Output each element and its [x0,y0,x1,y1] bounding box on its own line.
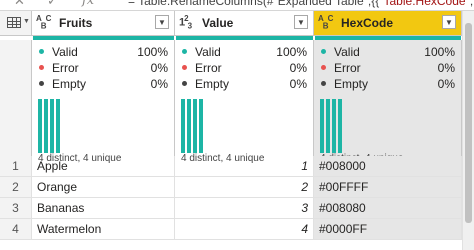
column-header-value[interactable]: 123 Value ▼ [175,11,314,35]
empty-dot-icon [321,81,326,86]
empty-dot-icon [39,81,44,86]
stat-value: 100% [276,45,307,59]
empty-stat: Empty 0% [320,76,455,92]
stat-label: Error [195,61,222,75]
row-number[interactable]: 2 [0,177,32,197]
stat-label: Empty [334,77,369,91]
table-row[interactable]: 4 Watermelon 4 #0000FF [0,219,462,240]
error-dot-icon [39,65,44,70]
stat-value: 0% [437,77,455,91]
cell-value[interactable]: 4 [175,219,314,239]
text-type-icon[interactable]: ABC [318,14,333,31]
valid-stat: Valid 100% [320,44,455,60]
distribution-bar [56,99,60,153]
formula-bar: ✕ ✓ fx = Table.RenameColumns(#"Expanded … [0,0,474,11]
stat-value: 0% [150,61,168,75]
cell-value[interactable]: 1 [175,156,314,176]
cell-hexcode[interactable]: #0000FF [314,219,462,239]
filter-dropdown-icon[interactable]: ▼ [294,15,308,29]
valid-stat: Valid 100% [181,44,307,60]
row-number-profile-spacer [0,40,32,165]
empty-stat: Empty 0% [38,76,168,92]
row-number[interactable]: 4 [0,219,32,239]
stat-label: Valid [334,45,360,59]
text-type-icon[interactable]: ABC [36,14,51,31]
stat-label: Valid [195,45,221,59]
fx-icon[interactable]: fx [82,0,94,8]
number-type-icon[interactable]: 123 [179,14,192,31]
scrollbar-thumb[interactable] [465,23,472,223]
stat-label: Empty [52,77,87,91]
error-dot-icon [182,65,187,70]
error-stat: Error 0% [38,60,168,76]
stat-value: 0% [289,61,307,75]
column-title: HexCode [341,16,394,30]
stat-value: 100% [137,45,168,59]
error-stat: Error 0% [181,60,307,76]
distribution-bar [38,99,42,153]
valid-stat: Valid 100% [38,44,168,60]
distribution-bar [338,99,342,153]
cell-fruits[interactable]: Watermelon [32,219,175,239]
distribution-bar [187,99,191,153]
formula-input[interactable]: = Table.RenameColumns(#"Expanded Table",… [128,0,473,8]
distribution-bar [193,99,197,153]
table-row[interactable]: 3 Bananas 3 #008080 [0,198,462,219]
row-number[interactable]: 3 [0,198,32,218]
column-title: Fruits [59,16,93,30]
column-header-row: ▼ ABC Fruits ▼ 123 Value ▼ ABC HexCode ▼ [0,11,462,36]
column-profile-fruits: Valid 100% Error 0% Empty 0% 4 distinct,… [32,40,175,165]
distribution-chart[interactable] [38,99,62,153]
column-header-fruits[interactable]: ABC Fruits ▼ [32,11,175,35]
column-profile-hexcode: Valid 100% Error 0% Empty 0% 4 distinct,… [314,40,462,165]
cancel-formula-icon[interactable]: ✕ [14,0,25,8]
error-dot-icon [321,65,326,70]
stat-label: Error [52,61,79,75]
distribution-chart[interactable] [320,99,344,153]
stat-label: Empty [195,77,230,91]
valid-dot-icon [182,49,187,54]
table-row[interactable]: 2 Orange 2 #00FFFF [0,177,462,198]
stat-label: Valid [52,45,78,59]
table-icon [7,17,21,28]
stat-value: 0% [437,61,455,75]
empty-dot-icon [182,81,187,86]
error-stat: Error 0% [320,60,455,76]
cell-value[interactable]: 2 [175,177,314,197]
distribution-bar [44,99,48,153]
cell-hexcode[interactable]: #00FFFF [314,177,462,197]
distribution-bar [181,99,185,153]
row-number[interactable]: 1 [0,156,32,176]
stat-value: 0% [150,77,168,91]
valid-dot-icon [39,49,44,54]
distribution-bar [326,99,330,153]
cell-hexcode[interactable]: #008080 [314,198,462,218]
column-header-hexcode[interactable]: ABC HexCode ▼ [314,11,462,35]
cell-fruits[interactable]: Apple [32,156,175,176]
valid-dot-icon [321,49,326,54]
cell-fruits[interactable]: Bananas [32,198,175,218]
confirm-formula-icon[interactable]: ✓ [47,0,58,8]
filter-dropdown-icon[interactable]: ▼ [155,15,169,29]
stat-label: Error [334,61,361,75]
stat-value: 100% [424,45,455,59]
column-profile-value: Valid 100% Error 0% Empty 0% 4 distinct,… [175,40,314,165]
cell-value[interactable]: 3 [175,198,314,218]
vertical-scrollbar[interactable] [462,11,474,250]
distribution-bar [320,99,324,153]
chevron-down-icon: ▼ [23,18,30,25]
table-row[interactable]: 1 Apple 1 #008000 [0,156,462,177]
cell-hexcode[interactable]: #008000 [314,156,462,176]
distribution-bar [199,99,203,153]
distribution-bar [50,99,54,153]
table-menu-button[interactable]: ▼ [0,11,32,35]
filter-dropdown-icon[interactable]: ▼ [442,15,456,29]
distribution-bar [332,99,336,153]
stat-value: 0% [289,77,307,91]
data-grid: ▼ ABC Fruits ▼ 123 Value ▼ ABC HexCode ▼… [0,11,474,250]
column-title: Value [202,16,234,30]
cell-fruits[interactable]: Orange [32,177,175,197]
empty-stat: Empty 0% [181,76,307,92]
distribution-chart[interactable] [181,99,205,153]
